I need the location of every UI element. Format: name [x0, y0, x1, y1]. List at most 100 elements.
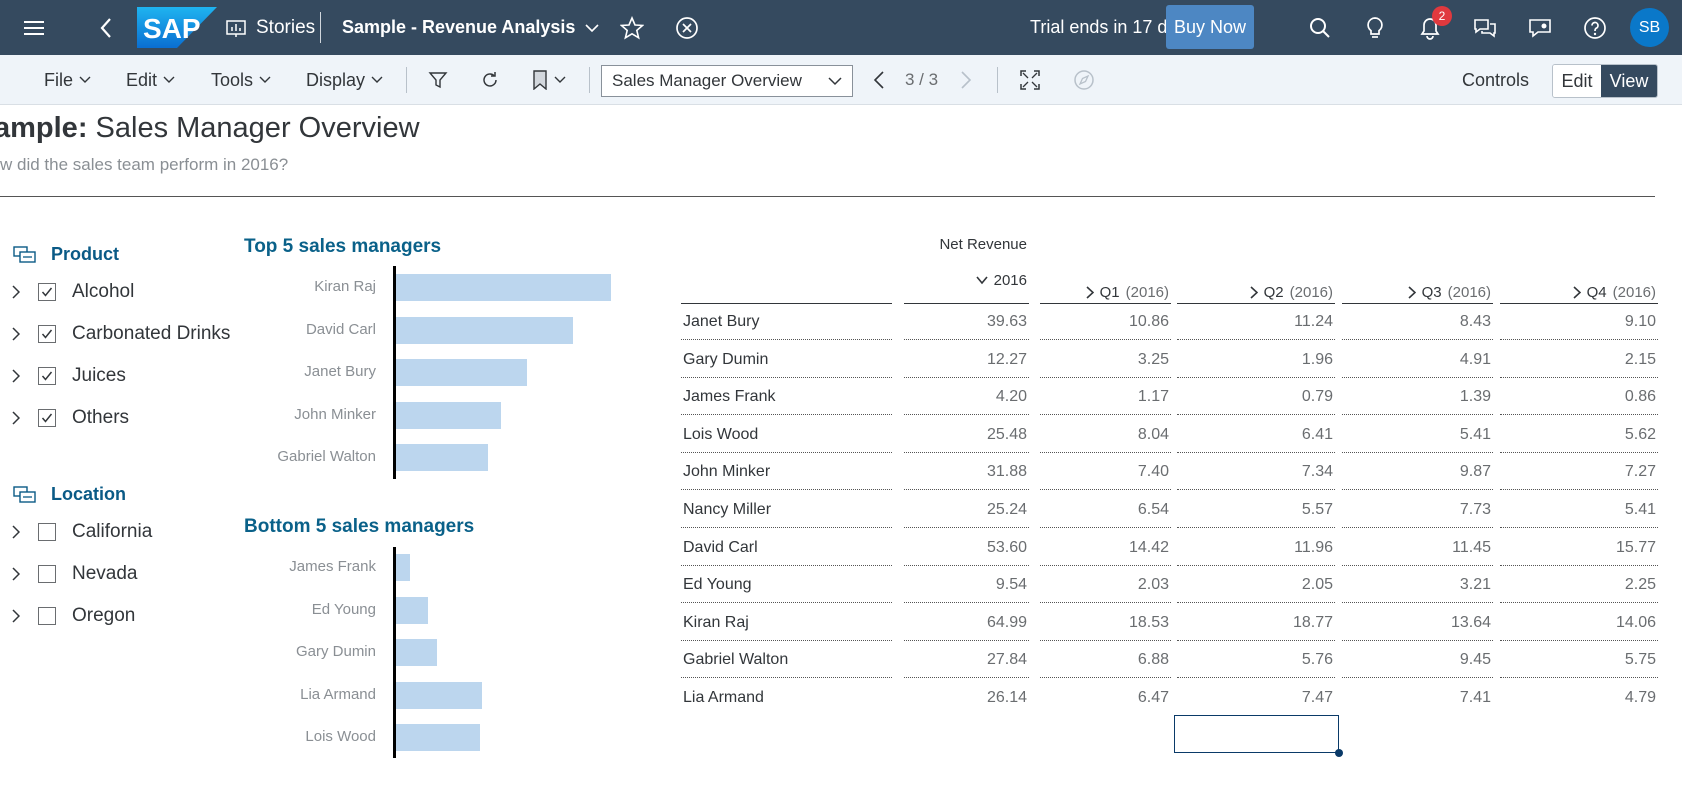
avatar[interactable]: SB — [1630, 8, 1669, 47]
edit-mode-button[interactable]: Edit — [1553, 65, 1601, 97]
view-mode-button[interactable]: View — [1601, 65, 1657, 97]
table-cell[interactable]: 4.79 — [1625, 689, 1656, 707]
table-cell[interactable]: 5.62 — [1625, 426, 1656, 444]
table-cell[interactable]: 2.05 — [1302, 576, 1333, 594]
next-page-icon[interactable] — [960, 55, 972, 105]
bar[interactable] — [396, 639, 437, 666]
table-cell[interactable]: 18.77 — [1293, 614, 1333, 632]
chevron-right-icon[interactable] — [8, 285, 24, 299]
row-header[interactable]: John Minker — [683, 463, 770, 481]
bar[interactable] — [396, 444, 488, 471]
quarter-header[interactable]: Q4 (2016) — [1573, 284, 1656, 301]
table-cell[interactable]: 11.24 — [1294, 313, 1333, 331]
row-header[interactable]: Ed Young — [683, 576, 752, 594]
controls-button[interactable]: Controls — [1462, 55, 1529, 105]
table-cell[interactable]: 27.84 — [987, 651, 1027, 669]
table-cell[interactable]: 2.15 — [1625, 351, 1656, 369]
checkbox[interactable] — [38, 409, 56, 427]
menu-icon[interactable] — [18, 0, 50, 55]
product-filter-header[interactable]: Product — [13, 244, 119, 265]
table-cell[interactable]: 5.76 — [1302, 651, 1333, 669]
table-cell[interactable]: 9.87 — [1460, 463, 1491, 481]
table-cell[interactable]: 39.63 — [987, 313, 1027, 331]
selected-cell[interactable] — [1174, 715, 1339, 753]
refresh-icon[interactable] — [480, 55, 500, 105]
table-cell[interactable]: 14.06 — [1616, 614, 1656, 632]
year-header[interactable]: 2016 — [976, 272, 1027, 289]
previous-page-icon[interactable] — [873, 55, 885, 105]
table-cell[interactable]: 8.04 — [1138, 426, 1169, 444]
checkbox[interactable] — [38, 325, 56, 343]
sap-logo[interactable]: SAP — [137, 7, 217, 48]
table-cell[interactable]: 15.77 — [1616, 539, 1656, 557]
tools-menu[interactable]: Tools — [211, 55, 271, 105]
notifications-icon[interactable]: 2 — [1415, 0, 1452, 55]
chevron-right-icon[interactable] — [8, 609, 24, 623]
table-cell[interactable]: 7.40 — [1138, 463, 1169, 481]
table-cell[interactable]: 26.14 — [987, 689, 1027, 707]
table-cell[interactable]: 7.27 — [1625, 463, 1656, 481]
table-cell[interactable]: 5.75 — [1625, 651, 1656, 669]
checkbox[interactable] — [38, 607, 56, 625]
table-cell[interactable]: 8.43 — [1460, 313, 1491, 331]
close-circle-icon[interactable] — [673, 0, 701, 55]
feedback-icon[interactable] — [1525, 0, 1555, 55]
explore-icon[interactable] — [1073, 55, 1095, 105]
filter-item[interactable]: Others — [8, 404, 129, 432]
bar[interactable] — [396, 724, 480, 751]
row-header[interactable]: Gabriel Walton — [683, 651, 788, 669]
bar[interactable] — [396, 681, 482, 709]
table-cell[interactable]: 5.57 — [1302, 501, 1333, 519]
table-cell[interactable]: 25.24 — [987, 501, 1027, 519]
row-header[interactable]: David Carl — [683, 539, 758, 557]
table-cell[interactable]: 5.41 — [1460, 426, 1491, 444]
table-cell[interactable]: 7.34 — [1302, 463, 1333, 481]
table-cell[interactable]: 0.79 — [1302, 388, 1333, 406]
discussions-icon[interactable] — [1470, 0, 1500, 55]
lightbulb-icon[interactable] — [1360, 0, 1390, 55]
table-cell[interactable]: 1.17 — [1138, 388, 1169, 406]
bar[interactable] — [396, 401, 501, 429]
quarter-header[interactable]: Q1 (2016) — [1086, 284, 1169, 301]
filter-item[interactable]: California — [8, 518, 152, 546]
row-header[interactable]: Lia Armand — [683, 689, 764, 707]
stories-link[interactable]: Stories — [226, 0, 315, 55]
star-icon[interactable] — [618, 0, 646, 55]
quarter-header[interactable]: Q2 (2016) — [1250, 284, 1333, 301]
table-cell[interactable]: 4.20 — [996, 388, 1027, 406]
table-cell[interactable]: 1.39 — [1460, 388, 1491, 406]
table-cell[interactable]: 6.41 — [1302, 426, 1333, 444]
table-cell[interactable]: 7.73 — [1460, 501, 1491, 519]
chevron-right-icon[interactable] — [8, 567, 24, 581]
filter-item[interactable]: Oregon — [8, 602, 135, 630]
table-cell[interactable]: 0.86 — [1625, 388, 1656, 406]
fullscreen-icon[interactable] — [1019, 55, 1041, 105]
filter-icon[interactable] — [428, 55, 448, 105]
row-header[interactable]: Kiran Raj — [683, 614, 749, 632]
table-cell[interactable]: 9.45 — [1460, 651, 1491, 669]
row-header[interactable]: Gary Dumin — [683, 351, 768, 369]
table-cell[interactable]: 7.47 — [1302, 689, 1333, 707]
table-cell[interactable]: 13.64 — [1451, 614, 1491, 632]
checkbox[interactable] — [38, 523, 56, 541]
table-cell[interactable]: 6.47 — [1138, 689, 1169, 707]
table-cell[interactable]: 64.99 — [987, 614, 1027, 632]
bar[interactable] — [396, 316, 573, 344]
table-cell[interactable]: 9.10 — [1625, 313, 1656, 331]
table-cell[interactable]: 1.96 — [1302, 351, 1333, 369]
bar[interactable] — [396, 359, 527, 386]
filter-item[interactable]: Nevada — [8, 560, 138, 588]
display-menu[interactable]: Display — [306, 55, 383, 105]
edit-menu[interactable]: Edit — [126, 55, 175, 105]
table-cell[interactable]: 5.41 — [1625, 501, 1656, 519]
checkbox[interactable] — [38, 565, 56, 583]
table-cell[interactable]: 53.60 — [987, 539, 1027, 557]
table-cell[interactable]: 11.45 — [1452, 539, 1491, 557]
buy-now-button[interactable]: Buy Now — [1166, 5, 1254, 49]
table-cell[interactable]: 25.48 — [987, 426, 1027, 444]
table-cell[interactable]: 6.54 — [1138, 501, 1169, 519]
quarter-header[interactable]: Q3 (2016) — [1408, 284, 1491, 301]
filter-item[interactable]: Juices — [8, 362, 126, 390]
table-cell[interactable]: 7.41 — [1460, 689, 1491, 707]
filter-item[interactable]: Alcohol — [8, 278, 134, 306]
